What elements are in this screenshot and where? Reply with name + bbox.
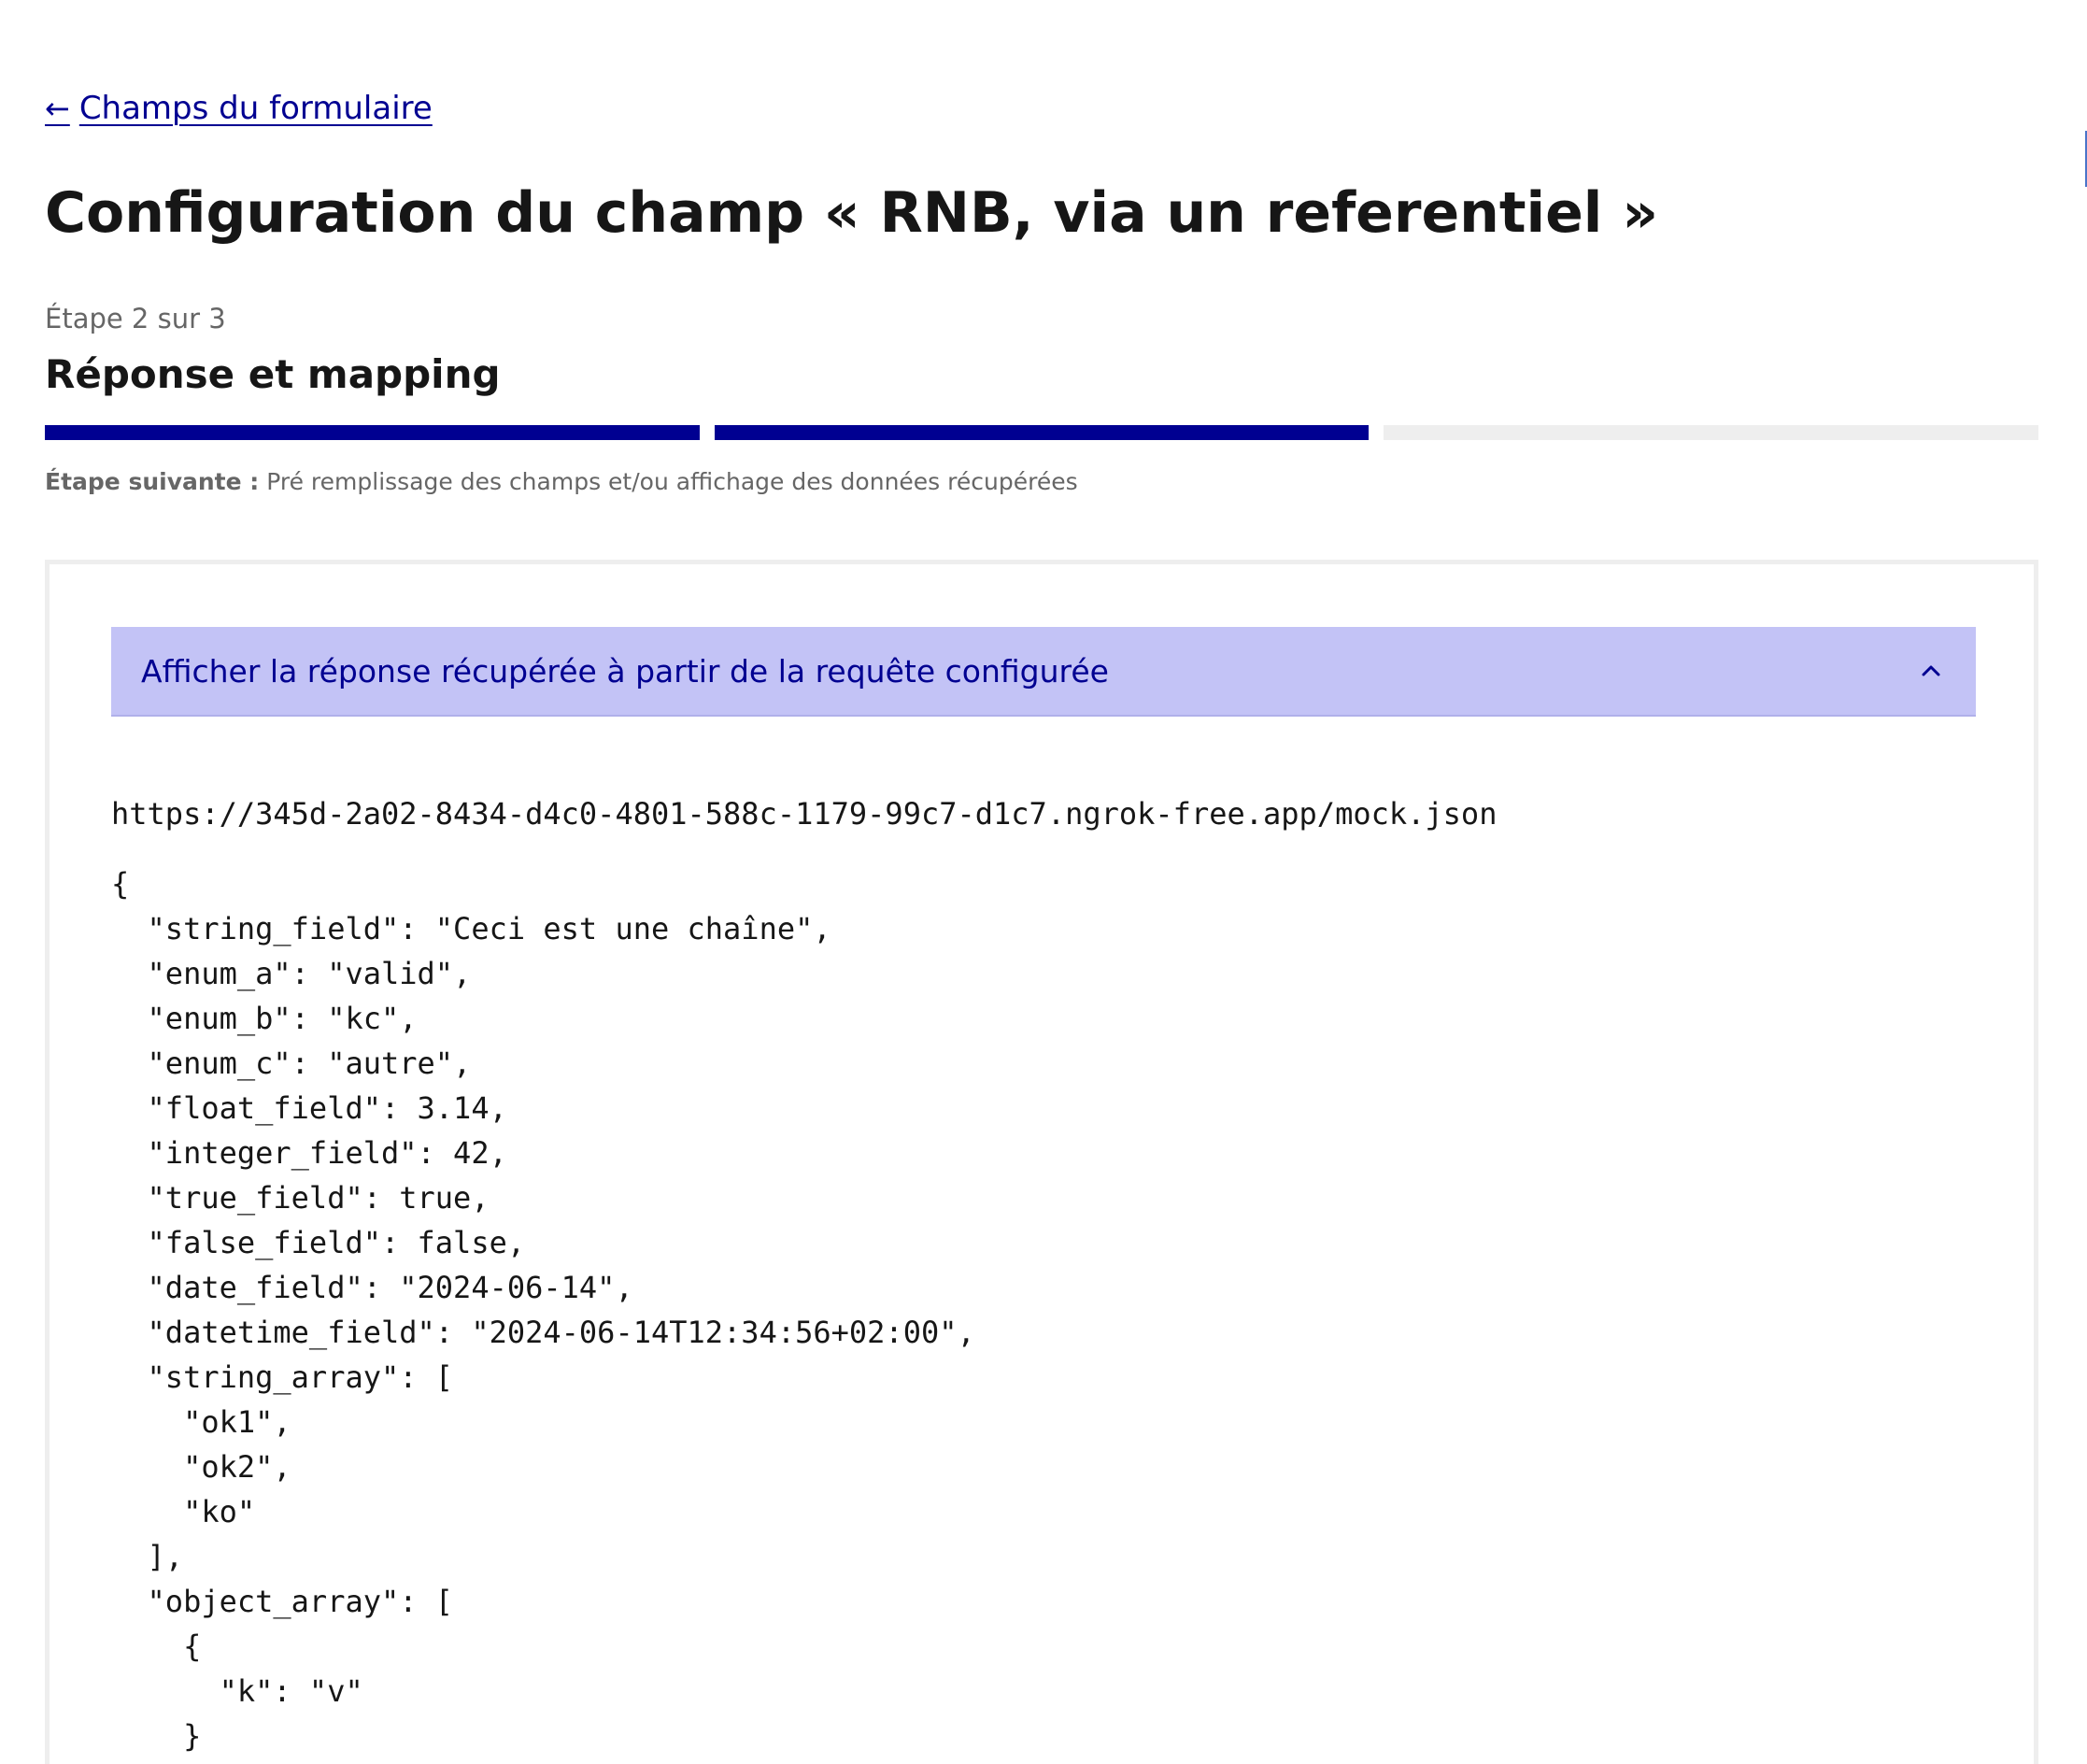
json-line: "integer_field": 42, (111, 1135, 507, 1171)
stepper-segment-3 (1384, 425, 2039, 440)
response-url: https://345d-2a02-8434-d4c0-4801-588c-11… (111, 796, 1498, 832)
response-accordion-toggle[interactable]: Afficher la réponse récupérée à partir d… (111, 627, 1976, 717)
arrow-left-icon: ← (45, 91, 70, 126)
json-line: "k": "v" (111, 1673, 363, 1709)
stepper-progress (45, 425, 2039, 440)
accordion-title: Afficher la réponse récupérée à partir d… (141, 652, 1109, 690)
json-line: "date_field": "2024-06-14", (111, 1270, 633, 1305)
json-line: "enum_c": "autre", (111, 1046, 472, 1081)
next-step-info: Étape suivante : Pré remplissage des cha… (45, 468, 1078, 495)
back-to-form-fields-link[interactable]: ← Champs du formulaire (45, 90, 433, 127)
json-line: ], (111, 1539, 184, 1574)
json-line: "string_array": [ (111, 1359, 454, 1395)
response-json: { "string_field": "Ceci est une chaîne",… (111, 861, 975, 1758)
response-card: Afficher la réponse récupérée à partir d… (45, 560, 2038, 1764)
json-line: "string_field": "Ceci est une chaîne", (111, 911, 831, 946)
json-line: { (111, 1629, 202, 1664)
json-line: "float_field": 3.14, (111, 1090, 507, 1126)
step-title: Réponse et mapping (45, 351, 501, 397)
next-step-label: Étape suivante : (45, 468, 260, 495)
json-line: "enum_a": "valid", (111, 956, 472, 991)
json-line: "enum_b": "kc", (111, 1001, 418, 1036)
json-line: "datetime_field": "2024-06-14T12:34:56+0… (111, 1315, 975, 1350)
json-line: "true_field": true, (111, 1180, 490, 1216)
step-count: Étape 2 sur 3 (45, 303, 226, 334)
stepper-segment-1 (45, 425, 700, 440)
page-title: Configuration du champ « RNB, via un ref… (45, 180, 1659, 246)
page: ← Champs du formulaire Configuration du … (0, 0, 2087, 1764)
back-link-label: Champs du formulaire (78, 90, 433, 127)
json-line: "false_field": false, (111, 1225, 526, 1260)
json-line: { (111, 866, 130, 902)
json-line: } (111, 1718, 202, 1754)
chevron-up-icon (1916, 656, 1946, 686)
next-step-text: Pré remplissage des champs et/ou afficha… (266, 468, 1078, 495)
json-line: "ok2", (111, 1449, 291, 1485)
json-line: "ok1", (111, 1404, 291, 1440)
json-line: "object_array": [ (111, 1584, 454, 1619)
stepper-segment-2 (714, 425, 1370, 440)
json-line: "ko" (111, 1494, 256, 1529)
